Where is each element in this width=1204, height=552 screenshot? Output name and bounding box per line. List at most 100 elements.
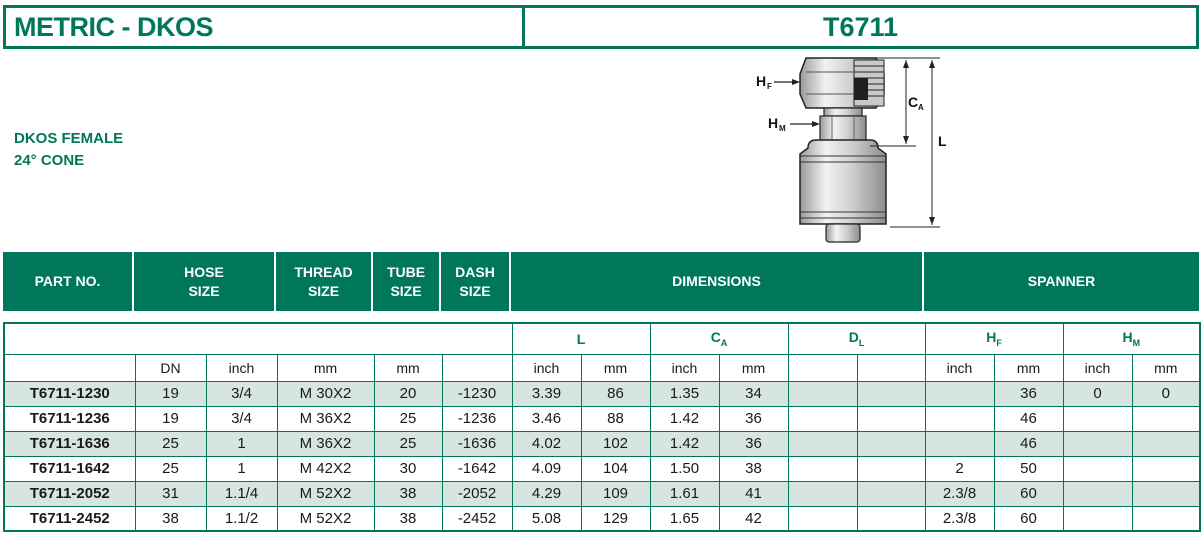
data-cell: 1 <box>205 430 278 457</box>
unit-cell: inch <box>511 353 582 382</box>
data-cell: 4.29 <box>511 480 582 507</box>
part-number-cell: T6711-1230 <box>3 380 136 407</box>
description-line-2: 24° CONE <box>14 152 85 169</box>
data-cell <box>856 430 926 457</box>
series-title: METRIC - DKOS <box>6 8 525 46</box>
unit-cell: inch <box>1062 353 1133 382</box>
data-cell: 41 <box>718 480 789 507</box>
data-cell <box>856 480 926 507</box>
data-cell: 60 <box>993 480 1064 507</box>
unit-cell: mm <box>718 353 789 382</box>
group-hm-sub: M <box>1132 338 1141 349</box>
data-cell: 38 <box>718 455 789 482</box>
data-cell: M 42X2 <box>276 455 375 482</box>
data-cell <box>1131 405 1201 432</box>
data-cell: 0 <box>1062 380 1133 407</box>
data-cell <box>1062 505 1133 532</box>
data-cell <box>1131 430 1201 457</box>
data-cell <box>924 430 995 457</box>
data-cell <box>1131 455 1201 482</box>
dash-label-2: SIZE <box>459 282 491 299</box>
table-row: T6711-2452 38 1.1/2 M 52X2 38 -2452 5.08 129 1.6… <box>3 505 1201 532</box>
dash-label-1: DASH <box>455 263 495 280</box>
unit-cell: DN <box>134 353 207 382</box>
data-cell: 4.09 <box>511 455 582 482</box>
data-cell: -1636 <box>441 430 513 457</box>
unit-cell: inch <box>205 353 278 382</box>
data-cell <box>1131 480 1201 507</box>
group-ca-main: C <box>710 329 721 346</box>
data-cell: M 52X2 <box>276 480 375 507</box>
data-cell: 3/4 <box>205 380 278 407</box>
part-number-cell: T6711-1642 <box>3 455 136 482</box>
unit-cell: mm <box>1131 353 1201 382</box>
data-cell: 1.42 <box>649 405 720 432</box>
col-dash-size: DASH SIZE <box>441 252 511 311</box>
data-cell: 1.35 <box>649 380 720 407</box>
data-cell: 86 <box>580 380 651 407</box>
group-ca-sub: A <box>720 338 728 349</box>
data-cell: M 30X2 <box>276 380 375 407</box>
data-cell <box>924 405 995 432</box>
tube-label-1: TUBE <box>386 263 426 280</box>
group-dl-main: D <box>848 329 859 346</box>
table-row: T6711-1636 25 1 M 36X2 25 -1636 4.02 102 1.42 36 4… <box>3 430 1201 457</box>
data-cell <box>856 405 926 432</box>
data-cell: 36 <box>993 380 1064 407</box>
group-ca: CA <box>649 322 789 355</box>
data-cell: 1.65 <box>649 505 720 532</box>
product-description: DKOS FEMALE 24° CONE <box>14 128 123 172</box>
data-cell <box>1062 455 1133 482</box>
part-number-cell: T6711-2052 <box>3 480 136 507</box>
data-cell: 2.3/8 <box>924 505 995 532</box>
unit-cell: mm <box>580 353 651 382</box>
data-rows: T6711-1230 19 3/4 M 30X2 20 -1230 3.39 86 1.35 34… <box>3 380 1201 532</box>
data-cell <box>787 380 858 407</box>
data-cell <box>856 455 926 482</box>
group-dl-sub: L <box>858 338 865 349</box>
unit-cell: mm <box>993 353 1064 382</box>
thread-label-1: THREAD <box>294 263 353 280</box>
group-hf-sub: F <box>996 338 1002 349</box>
data-cell: 129 <box>580 505 651 532</box>
data-cell: -2452 <box>441 505 513 532</box>
data-cell <box>787 505 858 532</box>
tube-label-2: SIZE <box>390 282 422 299</box>
table-row: T6711-1642 25 1 M 42X2 30 -1642 4.09 104 1.50 38 2… <box>3 455 1201 482</box>
data-cell: -1230 <box>441 380 513 407</box>
data-cell: 88 <box>580 405 651 432</box>
data-cell: 25 <box>134 430 207 457</box>
hm-label-sub: M <box>779 124 786 133</box>
data-cell: 104 <box>580 455 651 482</box>
unit-cell: inch <box>924 353 995 382</box>
col-spanner: SPANNER <box>924 252 1199 311</box>
data-cell: 50 <box>993 455 1064 482</box>
data-cell: -2052 <box>441 480 513 507</box>
data-cell: 3.46 <box>511 405 582 432</box>
blank-group-cell <box>3 322 513 355</box>
group-hm: HM <box>1062 322 1201 355</box>
data-cell: 2.3/8 <box>924 480 995 507</box>
hf-label: H <box>756 73 766 89</box>
part-number-cell: T6711-1236 <box>3 405 136 432</box>
data-cell: 1.50 <box>649 455 720 482</box>
data-cell: 36 <box>718 405 789 432</box>
data-cell <box>787 455 858 482</box>
data-cell <box>787 430 858 457</box>
data-cell: 38 <box>373 480 443 507</box>
data-cell: 5.08 <box>511 505 582 532</box>
units-row: DN inch mm mm inch mm inch mm inch mm in… <box>3 353 1201 382</box>
data-cell: M 36X2 <box>276 430 375 457</box>
col-thread-size: THREAD SIZE <box>276 252 373 311</box>
part-number-cell: T6711-1636 <box>3 430 136 457</box>
col-hose-size: HOSE SIZE <box>134 252 276 311</box>
data-cell: 19 <box>134 405 207 432</box>
group-hf-main: H <box>986 329 997 346</box>
unit-cell: inch <box>649 353 720 382</box>
description-line-1: DKOS FEMALE <box>14 130 124 147</box>
data-cell <box>856 380 926 407</box>
data-cell: M 52X2 <box>276 505 375 532</box>
data-cell: 25 <box>134 455 207 482</box>
ca-label-sub: A <box>918 103 924 112</box>
group-dl: DL <box>787 322 926 355</box>
